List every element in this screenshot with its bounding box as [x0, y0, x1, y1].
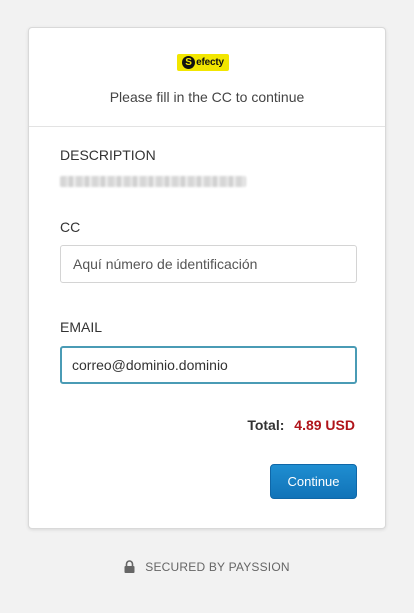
cc-input[interactable] [60, 245, 357, 283]
instructions-text: Please fill in the CC to continue [109, 89, 305, 105]
lock-icon [124, 560, 135, 573]
efecty-logo-text: efecty [196, 57, 224, 68]
security-footer: SECURED BY PAYSSION [0, 560, 414, 574]
total-amount: 4.89 USD [294, 417, 355, 433]
efecty-logo: S efecty [177, 54, 229, 71]
total-label: Total: [247, 417, 285, 433]
description-label: DESCRIPTION [60, 147, 156, 163]
efecty-logo-mark: S [182, 56, 196, 69]
continue-button[interactable]: Continue [270, 464, 357, 499]
total-row: Total: 4.89 USD [247, 417, 355, 433]
email-label: EMAIL [60, 319, 103, 335]
description-value-redacted [60, 176, 246, 187]
secured-by-text: SECURED BY PAYSSION [145, 560, 290, 574]
cc-label: CC [60, 219, 81, 235]
email-input[interactable] [60, 346, 357, 384]
payment-card: S efecty Please fill in the CC to contin… [28, 27, 386, 529]
card-header: S efecty Please fill in the CC to contin… [29, 28, 385, 127]
